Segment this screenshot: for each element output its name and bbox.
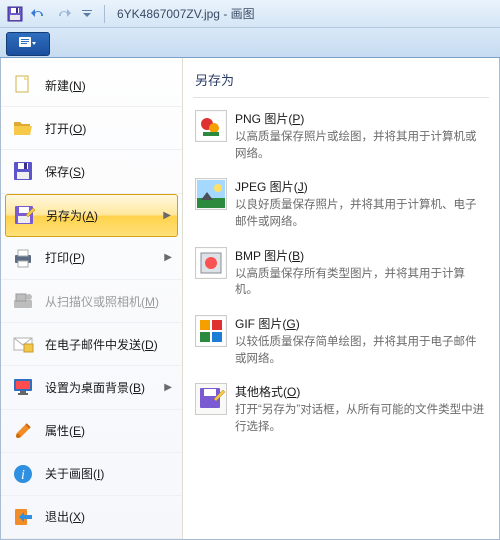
- format-desc: 以良好质量保存照片，并将其用于计算机、电子邮件或网络。: [235, 197, 487, 230]
- menu-item-label: 设置为桌面背景(B): [45, 379, 164, 396]
- menu-item-label: 关于画图(I): [45, 465, 172, 482]
- menu-item-scanner: 从扫描仪或照相机(M): [1, 280, 182, 323]
- format-body: BMP 图片(B) 以高质量保存所有类型图片，并将其用于计算机。: [235, 247, 487, 299]
- format-body: JPEG 图片(J) 以良好质量保存照片，并将其用于计算机、电子邮件或网络。: [235, 178, 487, 230]
- menu-item-exit[interactable]: 退出(X): [1, 496, 182, 539]
- menu-item-label: 新建(N): [45, 77, 172, 94]
- saveas-option-other[interactable]: 其他格式(O) 打开“另存为”对话框，从所有可能的文件类型中进行选择。: [193, 377, 489, 445]
- menu-item-saveas[interactable]: 另存为(A)▶: [5, 194, 178, 237]
- format-desc: 以高质量保存照片或绘图，并将其用于计算机或网络。: [235, 129, 487, 162]
- format-desc: 打开“另存为”对话框，从所有可能的文件类型中进行选择。: [235, 402, 487, 435]
- menu-item-label: 打印(P): [45, 249, 164, 266]
- saveas-format-list: PNG 图片(P) 以高质量保存照片或绘图，并将其用于计算机或网络。 JPEG 图片…: [193, 104, 489, 446]
- qat-redo-icon[interactable]: [52, 4, 74, 24]
- format-title: BMP 图片(B): [235, 247, 487, 264]
- menu-item-new[interactable]: 新建(N): [1, 64, 182, 107]
- save-icon: [11, 159, 35, 183]
- menu-item-label: 另存为(A): [46, 207, 163, 224]
- print-icon: [11, 246, 35, 270]
- format-desc: 以较低质量保存简单绘图，并将其用于电子邮件或网络。: [235, 334, 487, 367]
- gif-format-icon: [195, 315, 227, 347]
- format-body: PNG 图片(P) 以高质量保存照片或绘图，并将其用于计算机或网络。: [235, 110, 487, 162]
- menu-item-mail[interactable]: 在电子邮件中发送(D): [1, 323, 182, 366]
- menu-item-label: 保存(S): [45, 163, 172, 180]
- titlebar: 6YK4867007ZV.jpg - 画图: [0, 0, 500, 28]
- app-menu-right-column: 另存为 PNG 图片(P) 以高质量保存照片或绘图，并将其用于计算机或网络。 JPE…: [183, 58, 499, 539]
- saveas-panel-title: 另存为: [193, 66, 489, 98]
- desktop-icon: [11, 375, 35, 399]
- about-icon: i: [11, 462, 35, 486]
- window-title: 6YK4867007ZV.jpg - 画图: [117, 5, 255, 22]
- menu-item-label: 退出(X): [45, 508, 172, 525]
- menu-item-desktop[interactable]: 设置为桌面背景(B)▶: [1, 366, 182, 409]
- open-icon: [11, 116, 35, 140]
- filename-text: 6YK4867007ZV.jpg: [117, 7, 220, 21]
- saveas-option-png[interactable]: PNG 图片(P) 以高质量保存照片或绘图，并将其用于计算机或网络。: [193, 104, 489, 172]
- saveas-option-jpeg[interactable]: JPEG 图片(J) 以良好质量保存照片，并将其用于计算机、电子邮件或网络。: [193, 172, 489, 240]
- format-title: GIF 图片(G): [235, 315, 487, 332]
- scanner-icon: [11, 289, 35, 313]
- mail-icon: [11, 332, 35, 356]
- menu-item-label: 从扫描仪或照相机(M): [45, 293, 172, 310]
- menu-item-about[interactable]: i 关于画图(I): [1, 453, 182, 496]
- format-title: JPEG 图片(J): [235, 178, 487, 195]
- submenu-arrow-icon: ▶: [164, 252, 172, 263]
- app-menu-panel: 新建(N)打开(O)保存(S)另存为(A)▶打印(P)▶从扫描仪或照相机(M)在…: [0, 58, 500, 540]
- qat-separator: [104, 5, 105, 23]
- menu-item-props[interactable]: 属性(E): [1, 410, 182, 453]
- menu-item-print[interactable]: 打印(P)▶: [1, 237, 182, 280]
- qat-customize-icon[interactable]: [76, 4, 98, 24]
- jpeg-format-icon: [195, 178, 227, 210]
- submenu-arrow-icon: ▶: [164, 382, 172, 393]
- format-body: GIF 图片(G) 以较低质量保存简单绘图，并将其用于电子邮件或网络。: [235, 315, 487, 367]
- ribbon-tabs: [0, 28, 500, 58]
- saveas-icon: [12, 203, 36, 227]
- menu-item-label: 打开(O): [45, 120, 172, 137]
- format-desc: 以高质量保存所有类型图片，并将其用于计算机。: [235, 266, 487, 299]
- format-body: 其他格式(O) 打开“另存为”对话框，从所有可能的文件类型中进行选择。: [235, 383, 487, 435]
- app-menu-left-column: 新建(N)打开(O)保存(S)另存为(A)▶打印(P)▶从扫描仪或照相机(M)在…: [1, 58, 183, 539]
- qat-undo-icon[interactable]: [28, 4, 50, 24]
- submenu-arrow-icon: ▶: [163, 210, 171, 221]
- props-icon: [11, 419, 35, 443]
- format-title: 其他格式(O): [235, 383, 487, 400]
- app-menu-button[interactable]: [6, 32, 50, 56]
- exit-icon: [11, 505, 35, 529]
- new-icon: [11, 73, 35, 97]
- menu-item-label: 在电子邮件中发送(D): [45, 336, 172, 353]
- appname-text: 画图: [231, 7, 255, 21]
- format-title: PNG 图片(P): [235, 110, 487, 127]
- svg-text:i: i: [21, 468, 25, 483]
- menu-item-save[interactable]: 保存(S): [1, 150, 182, 193]
- png-format-icon: [195, 110, 227, 142]
- saveas-option-gif[interactable]: GIF 图片(G) 以较低质量保存简单绘图，并将其用于电子邮件或网络。: [193, 309, 489, 377]
- menu-item-open[interactable]: 打开(O): [1, 107, 182, 150]
- qat-save-icon[interactable]: [4, 4, 26, 24]
- saveas-option-bmp[interactable]: BMP 图片(B) 以高质量保存所有类型图片，并将其用于计算机。: [193, 241, 489, 309]
- menu-item-label: 属性(E): [45, 422, 172, 439]
- other-format-icon: [195, 383, 227, 415]
- bmp-format-icon: [195, 247, 227, 279]
